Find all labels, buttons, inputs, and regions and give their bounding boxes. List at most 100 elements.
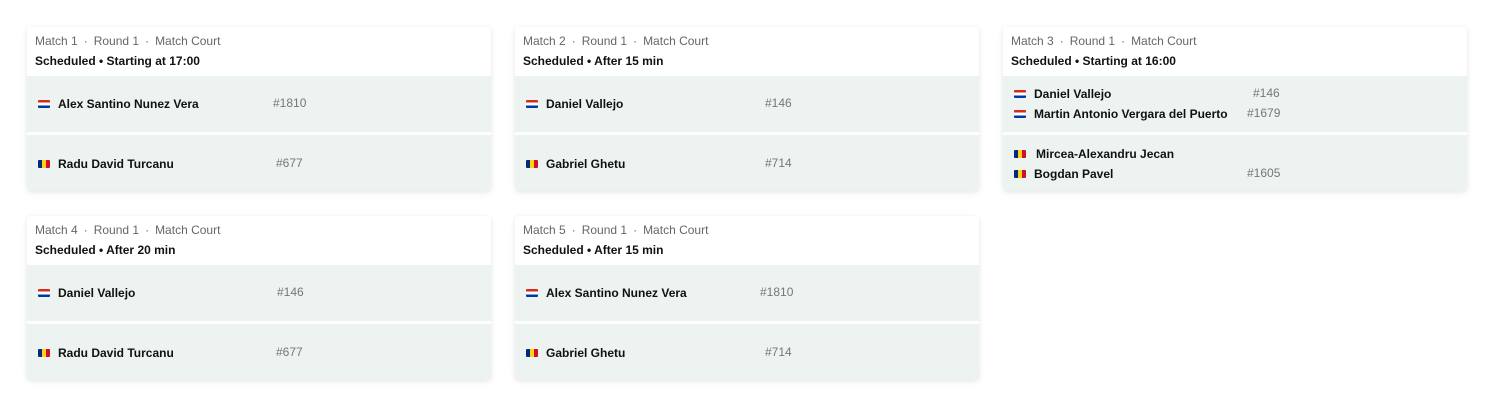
separator: · (1121, 34, 1126, 48)
player: Radu David Turcanu (38, 156, 174, 172)
round-label: Round 1 (581, 34, 628, 48)
separator: · (633, 223, 638, 237)
match-card[interactable]: Match 1 · Round 1 · Match Court Scheduled • … (27, 27, 491, 191)
match-status: Scheduled • After 20 min (35, 243, 176, 257)
player: Mircea-Alexandru Jecan (1014, 146, 1174, 162)
match-meta: Match 2 · Round 1 · Match Court (523, 34, 971, 48)
match-card[interactable]: Match 2 · Round 1 · Match Court Scheduled • … (515, 27, 979, 191)
court-label: Match Court (155, 34, 221, 48)
player-name: Martin Antonio Vergara del Puerto (1034, 107, 1228, 121)
match-card[interactable]: Match 3 · Round 1 · Match Court Scheduled • … (1003, 27, 1467, 191)
match-header: Match 2 · Round 1 · Match Court Scheduled • … (515, 27, 979, 75)
match-status: Scheduled • After 15 min (523, 243, 664, 257)
team-row[interactable]: Gabriel Ghetu #714 (515, 135, 979, 191)
paraguay-flag-icon (1014, 90, 1026, 98)
match-header: Match 4 · Round 1 · Match Court Scheduled • … (27, 216, 491, 264)
round-label: Round 1 (1069, 34, 1116, 48)
court-label: Match Court (1131, 34, 1197, 48)
romania-flag-icon (38, 160, 50, 168)
player-name: Bogdan Pavel (1034, 167, 1114, 181)
match-header: Match 3 · Round 1 · Match Court Scheduled • … (1003, 27, 1467, 75)
match-number: Match 4 (35, 223, 78, 237)
player: Gabriel Ghetu (526, 156, 625, 172)
team-row[interactable]: Daniel Vallejo #146 (27, 265, 491, 321)
court-label: Match Court (155, 223, 221, 237)
match-status: Scheduled • After 15 min (523, 54, 664, 68)
court-label: Match Court (643, 223, 709, 237)
player: Bogdan Pavel (1014, 166, 1113, 182)
match-number: Match 2 (523, 34, 566, 48)
player-seed: #714 (765, 345, 792, 359)
separator: · (145, 223, 150, 237)
team-row[interactable]: Daniel Vallejo #146 Martin Antonio Verga… (1003, 76, 1467, 132)
romania-flag-icon (38, 349, 50, 357)
match-meta: Match 1 · Round 1 · Match Court (35, 34, 483, 48)
player: Gabriel Ghetu (526, 345, 625, 361)
separator: · (83, 223, 88, 237)
player-name: Gabriel Ghetu (546, 157, 626, 171)
player: Daniel Vallejo (38, 285, 135, 301)
romania-flag-icon (1014, 170, 1026, 178)
player-name: Radu David Turcanu (58, 346, 174, 360)
match-meta: Match 5 · Round 1 · Match Court (523, 223, 971, 237)
player: Alex Santino Nunez Vera (38, 96, 199, 112)
player-name: Daniel Vallejo (546, 97, 624, 111)
match-meta: Match 3 · Round 1 · Match Court (1011, 34, 1459, 48)
match-status: Scheduled • Starting at 16:00 (1011, 54, 1176, 68)
player-name: Gabriel Ghetu (546, 346, 626, 360)
player-seed: #146 (765, 96, 792, 110)
player: Daniel Vallejo (1014, 86, 1111, 102)
player-name: Mircea-Alexandru Jecan (1036, 147, 1175, 161)
romania-flag-icon (526, 160, 538, 168)
separator: · (633, 34, 638, 48)
team-row[interactable]: Daniel Vallejo #146 (515, 76, 979, 132)
match-header: Match 1 · Round 1 · Match Court Scheduled • … (27, 27, 491, 75)
player-seed: #146 (277, 285, 304, 299)
match-header: Match 5 · Round 1 · Match Court Scheduled • … (515, 216, 979, 264)
player-name: Alex Santino Nunez Vera (546, 286, 687, 300)
player-name: Radu David Turcanu (58, 157, 174, 171)
round-label: Round 1 (93, 34, 140, 48)
player-seed: #1810 (760, 285, 794, 299)
team-row[interactable]: Alex Santino Nunez Vera #1810 (515, 265, 979, 321)
player: Daniel Vallejo (526, 96, 623, 112)
match-number: Match 3 (1011, 34, 1054, 48)
match-card[interactable]: Match 5 · Round 1 · Match Court Scheduled • … (515, 216, 979, 380)
round-label: Round 1 (581, 223, 628, 237)
player-seed: #146 (1253, 86, 1280, 100)
player: Radu David Turcanu (38, 345, 174, 361)
player: Alex Santino Nunez Vera (526, 285, 687, 301)
player-name: Daniel Vallejo (58, 286, 136, 300)
romania-flag-icon (526, 349, 538, 357)
paraguay-flag-icon (38, 100, 50, 108)
match-card[interactable]: Match 4 · Round 1 · Match Court Scheduled • … (27, 216, 491, 380)
team-row[interactable]: Mircea-Alexandru Jecan Bogdan Pavel #160… (1003, 135, 1467, 191)
player-seed: #1605 (1247, 166, 1281, 180)
team-row[interactable]: Radu David Turcanu #677 (27, 324, 491, 380)
match-status: Scheduled • Starting at 17:00 (35, 54, 200, 68)
team-row[interactable]: Alex Santino Nunez Vera #1810 (27, 76, 491, 132)
court-label: Match Court (643, 34, 709, 48)
separator: · (571, 223, 576, 237)
match-number: Match 1 (35, 34, 78, 48)
paraguay-flag-icon (526, 289, 538, 297)
player-seed: #677 (276, 156, 303, 170)
round-label: Round 1 (93, 223, 140, 237)
player-name: Daniel Vallejo (1034, 87, 1112, 101)
player: Martin Antonio Vergara del Puerto (1014, 106, 1228, 122)
paraguay-flag-icon (38, 289, 50, 297)
player-seed: #677 (276, 345, 303, 359)
separator: · (83, 34, 88, 48)
paraguay-flag-icon (1014, 110, 1026, 118)
separator: · (1059, 34, 1064, 48)
player-seed: #1810 (273, 96, 307, 110)
romania-flag-icon (1014, 150, 1026, 158)
team-row[interactable]: Gabriel Ghetu #714 (515, 324, 979, 380)
team-row[interactable]: Radu David Turcanu #677 (27, 135, 491, 191)
player-seed: #714 (765, 156, 792, 170)
player-seed: #1679 (1247, 106, 1281, 120)
separator: · (571, 34, 576, 48)
match-meta: Match 4 · Round 1 · Match Court (35, 223, 483, 237)
separator: · (145, 34, 150, 48)
match-number: Match 5 (523, 223, 566, 237)
